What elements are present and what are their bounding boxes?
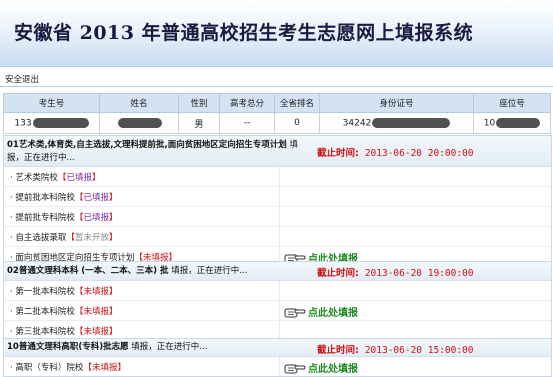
status-badge[interactable]: 未填报 [92, 363, 118, 373]
section-body: · 第一批本科院校【未填报】 · 第二批本科院校【未填报】 点此处填报 · 第三… [4, 281, 551, 341]
list-item: · 第二批本科院校【未填报】 点此处填报 [4, 301, 551, 321]
col-header-seat-no: 座位号 [473, 93, 551, 113]
deadline-time: 2013-06-20 15:00:00 [364, 345, 474, 356]
deadline-label: 截止时间: [317, 345, 359, 356]
section-title-status: 填报，正在进行中... [168, 266, 248, 276]
list-item: · 高职（专科）院校【未填报】 点此处填报 [4, 357, 551, 376]
fill-in-button[interactable]: 点此处填报 [284, 304, 358, 319]
section-batch-10: 10普通文理科高职(专科)批志愿 填报，正在进行中... 截止时间: 2013-0… [3, 338, 552, 377]
section-body: · 艺术类院校【已填报】 · 提前批本科院校【已填报】 · 提前批专科院校【已填… [4, 167, 551, 267]
item-name: 自主选拔录取 [15, 233, 67, 243]
list-item: · 第一批本科院校【未填报】 [4, 281, 551, 301]
status-badge[interactable]: 已填报 [83, 213, 109, 223]
deadline-time: 2013-06-20 19:00:00 [364, 268, 474, 279]
item-name: 艺术类院校 [15, 173, 58, 183]
section-title: 10普通文理科高职(专科)批志愿 填报，正在进行中... [7, 341, 312, 354]
status-badge[interactable]: 未填报 [83, 307, 109, 317]
list-item: · 提前批本科院校【已填报】 [4, 187, 551, 207]
status-badge[interactable]: 已填报 [83, 193, 109, 203]
item-name: 高职（专科）院校 [15, 363, 84, 373]
section-title-main: 01艺术类,体育类,自主选拔,文理科提前批,面向贫困地区定向招生专项计划 [7, 140, 287, 150]
list-item: · 自主选拔录取【暂未开放】 [4, 227, 551, 247]
status-badge[interactable]: 未填报 [83, 327, 109, 337]
pointing-hand-icon [284, 364, 306, 373]
section-header: 02普通文理科本科 (一本、二本、三本) 批 填报，正在进行中... 截止时间:… [4, 262, 551, 281]
section-batch-01: 01艺术类,体育类,自主选拔,文理科提前批,面向贫困地区定向招生专项计划 填报，… [3, 135, 552, 267]
redaction-mark [32, 117, 89, 128]
fill-in-button[interactable]: 点此处填报 [284, 360, 358, 375]
id-no-cell: 34242 [319, 112, 474, 134]
section-title-status: 填报，正在进行中... [128, 342, 208, 352]
item-name: 第一批本科院校 [15, 287, 75, 297]
pointing-hand-icon [284, 308, 306, 317]
col-header-name: 姓名 [99, 93, 179, 113]
section-header: 10普通文理科高职(专科)批志愿 填报，正在进行中... 截止时间: 2013-0… [4, 339, 551, 357]
item-name: 提前批专科院校 [15, 213, 75, 223]
col-header-id-no: 身份证号 [319, 93, 474, 113]
deadline: 截止时间: 2013-06-20 15:00:00 [317, 342, 473, 356]
section-body: · 高职（专科）院校【未填报】 点此处填报 [4, 357, 551, 376]
col-header-rank: 全省排名 [274, 93, 320, 113]
col-header-gender: 性别 [178, 93, 220, 113]
list-item: · 艺术类院校【已填报】 [4, 167, 551, 187]
table-row: 133 男 -- 0 34242 10 [3, 112, 551, 134]
page-title: 安徽省 2013 年普通高校招生考生志愿网上填报系统 [14, 22, 474, 44]
redaction-mark [117, 117, 162, 128]
section-title-main: 10普通文理科高职(专科)批志愿 [7, 342, 129, 352]
redaction-mark [372, 117, 451, 128]
item-name: 第三批本科院校 [15, 327, 75, 337]
section-header: 01艺术类,体育类,自主选拔,文理科提前批,面向贫困地区定向招生专项计划 填报，… [4, 136, 551, 167]
col-header-total-score: 高考总分 [219, 93, 275, 113]
student-info-table: 考生号 姓名 性别 高考总分 全省排名 身份证号 座位号 133 男 -- 0 … [3, 93, 551, 134]
exam-no-cell: 133 [3, 112, 100, 134]
deadline-time: 2013-06-20 20:00:00 [364, 148, 474, 159]
status-badge[interactable]: 未填报 [83, 287, 109, 297]
exam-no-value: 133 [14, 118, 32, 129]
seat-no-value: 10 [483, 118, 496, 129]
section-title: 02普通文理科本科 (一本、二本、三本) 批 填报，正在进行中... [7, 265, 312, 278]
deadline: 截止时间: 2013-06-20 20:00:00 [317, 145, 473, 159]
seat-no-cell: 10 [473, 112, 551, 134]
item-name: 提前批本科院校 [15, 193, 75, 203]
table-header-row: 考生号 姓名 性别 高考总分 全省排名 身份证号 座位号 [3, 93, 551, 113]
status-badge: 暂未开放 [74, 233, 109, 243]
deadline-label: 截止时间: [317, 148, 359, 159]
rank-value: 0 [274, 112, 320, 134]
deadline-label: 截止时间: [317, 268, 359, 279]
section-title-main: 02普通文理科本科 (一本、二本、三本) 批 [7, 266, 169, 276]
page-header: 安徽省 2013 年普通高校招生考生志愿网上填报系统 [0, 0, 553, 67]
redaction-mark [496, 117, 541, 128]
deadline: 截止时间: 2013-06-20 19:00:00 [317, 265, 473, 279]
list-item: · 提前批专科院校【已填报】 [4, 207, 551, 227]
name-cell [99, 112, 179, 134]
id-no-value: 34242 [342, 118, 372, 129]
col-header-exam-no: 考生号 [3, 93, 100, 113]
section-batch-02: 02普通文理科本科 (一本、二本、三本) 批 填报，正在进行中... 截止时间:… [3, 261, 552, 341]
item-name: 第二批本科院校 [15, 307, 75, 317]
fill-in-label: 点此处填报 [308, 308, 358, 319]
total-score-value: -- [219, 112, 275, 134]
gender-value: 男 [178, 112, 220, 134]
fill-in-label: 点此处填报 [308, 364, 358, 375]
section-title: 01艺术类,体育类,自主选拔,文理科提前批,面向贫困地区定向招生专项计划 填报，… [7, 139, 312, 165]
divider [0, 86, 553, 87]
status-badge[interactable]: 已填报 [66, 173, 92, 183]
logout-link[interactable]: 安全退出 [5, 73, 39, 85]
